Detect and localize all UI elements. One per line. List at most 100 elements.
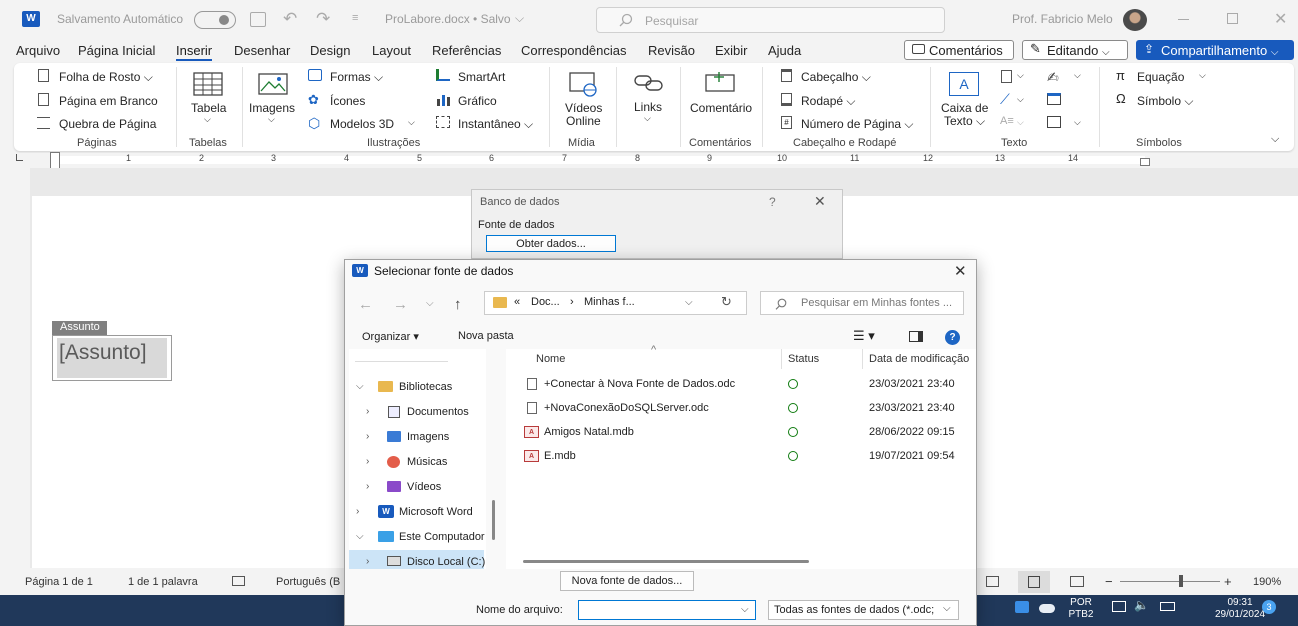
column-divider[interactable] [862, 349, 863, 369]
new-data-source-button[interactable]: Nova fonte de dados... [560, 571, 694, 591]
tab-exibir[interactable]: Exibir [715, 43, 748, 58]
table-chevron-icon[interactable]: ⌵ [204, 114, 211, 125]
date-time-icon[interactable] [1047, 93, 1061, 105]
zoom-slider-track[interactable] [1120, 581, 1220, 582]
expand-chevron-icon[interactable]: › [366, 406, 369, 417]
address-overflow[interactable]: « [514, 296, 520, 308]
column-header-status[interactable]: Status [788, 353, 819, 365]
3d-models-button[interactable]: Modelos 3D [330, 117, 394, 131]
volume-icon[interactable]: 🔈 [1134, 598, 1149, 612]
equation-button[interactable]: Equação [1137, 70, 1184, 84]
tab-desenhar[interactable]: Desenhar [234, 43, 290, 58]
wordart-icon[interactable]: ⟋ [1000, 91, 1010, 108]
filetype-select[interactable]: Todas as fontes de dados (*.odc; [768, 600, 959, 620]
minimize-icon[interactable] [1178, 19, 1189, 20]
keyboard-layout[interactable]: PTB2 [1066, 609, 1096, 620]
shapes-button[interactable]: Formas ⌵ [330, 70, 383, 85]
dialog-search-input[interactable]: Pesquisar em Minhas fontes ... [760, 291, 964, 315]
smartart-button[interactable]: SmartArt [458, 70, 505, 84]
page-number-button[interactable]: Número de Página ⌵ [801, 117, 914, 132]
tree-scrollbar[interactable] [492, 500, 495, 540]
expand-chevron-icon[interactable]: › [366, 481, 369, 492]
screenshot-button[interactable]: Instantâneo ⌵ [458, 117, 533, 132]
editing-button[interactable]: ✎ Editando ⌵ [1022, 40, 1128, 60]
word-count[interactable]: 1 de 1 palavra [128, 576, 198, 588]
quick-parts-chevron-icon[interactable]: ⌵ [1017, 70, 1024, 81]
onedrive-icon[interactable] [1039, 604, 1055, 613]
wordart-chevron-icon[interactable]: ⌵ [1017, 94, 1024, 105]
file-name[interactable]: E.mdb [544, 450, 576, 462]
3d-models-chevron-icon[interactable]: ⌵ [408, 117, 415, 128]
tree-item-musicas[interactable]: Músicas [407, 456, 447, 468]
undo-icon[interactable]: ↶ [283, 9, 297, 29]
vertical-ruler[interactable] [14, 168, 30, 568]
collapse-chevron-icon[interactable]: ⌵ [356, 381, 364, 392]
up-icon[interactable]: ↑ [454, 296, 462, 313]
autosave-toggle[interactable] [194, 11, 236, 29]
expand-chevron-icon[interactable]: › [366, 431, 369, 442]
tab-ajuda[interactable]: Ajuda [768, 43, 801, 58]
images-chevron-icon[interactable]: ⌵ [268, 114, 275, 125]
user-name[interactable]: Prof. Fabricio Melo [1012, 12, 1113, 26]
tree-item-imagens[interactable]: Imagens [407, 431, 449, 443]
proofing-icon[interactable] [232, 576, 245, 586]
content-control-tag[interactable]: Assunto [52, 321, 107, 335]
tab-design[interactable]: Design [310, 43, 350, 58]
icons-button[interactable]: Ícones [330, 94, 365, 108]
tree-item-documentos[interactable]: Documentos [407, 406, 469, 418]
right-indent-marker[interactable] [1140, 158, 1150, 166]
textbox-label-2[interactable]: Texto ⌵ [944, 114, 985, 129]
address-dropdown-icon[interactable]: ⌵ [685, 297, 693, 308]
textbox-button[interactable]: Caixa de [941, 101, 988, 115]
help-icon[interactable]: ? [769, 195, 776, 209]
signature-chevron-icon[interactable]: ⌵ [1074, 70, 1081, 81]
database-dialog-close-icon[interactable]: ✕ [814, 193, 826, 210]
chart-button[interactable]: Gráfico [458, 94, 497, 108]
filename-input[interactable] [578, 600, 756, 620]
refresh-icon[interactable]: ↻ [721, 294, 732, 310]
expand-chevron-icon[interactable]: › [356, 506, 359, 517]
customize-qat-icon[interactable]: ≡ [352, 12, 358, 24]
tab-inserir[interactable]: Inserir [176, 43, 213, 61]
subject-content-control[interactable]: [Assunto] [52, 335, 172, 381]
tab-revisao[interactable]: Revisão [648, 43, 695, 58]
signature-line-icon[interactable]: ✍ [1047, 69, 1059, 86]
file-name[interactable]: Amigos Natal.mdb [544, 426, 634, 438]
recent-locations-icon[interactable]: ⌵ [426, 298, 434, 309]
input-language[interactable]: POR [1070, 597, 1092, 608]
tab-stop-icon[interactable] [16, 154, 23, 161]
images-button[interactable]: Imagens [249, 101, 295, 115]
address-part-2[interactable]: Minhas f... [584, 296, 635, 308]
web-layout-icon[interactable] [1070, 576, 1084, 587]
tab-correspondencias[interactable]: Correspondências [521, 43, 627, 58]
tree-item-videos[interactable]: Vídeos [407, 481, 441, 493]
footer-button[interactable]: Rodapé ⌵ [801, 94, 855, 109]
filename-dropdown-icon[interactable]: ⌵ [741, 604, 749, 615]
zoom-slider-thumb[interactable] [1179, 575, 1183, 587]
links-chevron-icon[interactable]: ⌵ [644, 113, 651, 124]
notification-badge[interactable]: 3 [1262, 600, 1276, 614]
column-header-date[interactable]: Data de modificação [869, 353, 976, 365]
filetype-chevron-icon[interactable]: ⌵ [943, 603, 951, 614]
online-video-button[interactable]: Vídeos [565, 101, 602, 115]
expand-chevron-icon[interactable]: › [366, 456, 369, 467]
get-data-button[interactable]: Obter dados... [486, 235, 616, 252]
view-options-icon[interactable]: ☰ ▾ [853, 328, 875, 344]
battery-icon[interactable] [1160, 602, 1175, 611]
avatar[interactable] [1123, 9, 1147, 31]
page-count[interactable]: Página 1 de 1 [25, 576, 93, 588]
clock-time[interactable]: 09:31 [1220, 597, 1260, 608]
tab-pagina-inicial[interactable]: Página Inicial [78, 43, 155, 58]
tab-referencias[interactable]: Referências [432, 43, 501, 58]
security-icon[interactable] [1015, 601, 1029, 613]
tab-arquivo[interactable]: Arquivo [16, 43, 60, 58]
file-name[interactable]: +Conectar à Nova Fonte de Dados.odc [544, 378, 735, 390]
read-mode-icon[interactable] [986, 576, 999, 587]
language-status[interactable]: Português (B [276, 576, 340, 588]
document-name[interactable]: ProLabore.docx • Salvo [385, 12, 511, 26]
file-name[interactable]: +NovaConexãoDoSQLServer.odc [544, 402, 709, 414]
symbol-button[interactable]: Símbolo ⌵ [1137, 94, 1193, 109]
tree-item-microsoft-word[interactable]: Microsoft Word [399, 506, 485, 518]
address-bar[interactable]: « Doc... › Minhas f... ⌵ ↻ [484, 291, 747, 315]
comments-button[interactable]: Comentários [904, 40, 1014, 60]
